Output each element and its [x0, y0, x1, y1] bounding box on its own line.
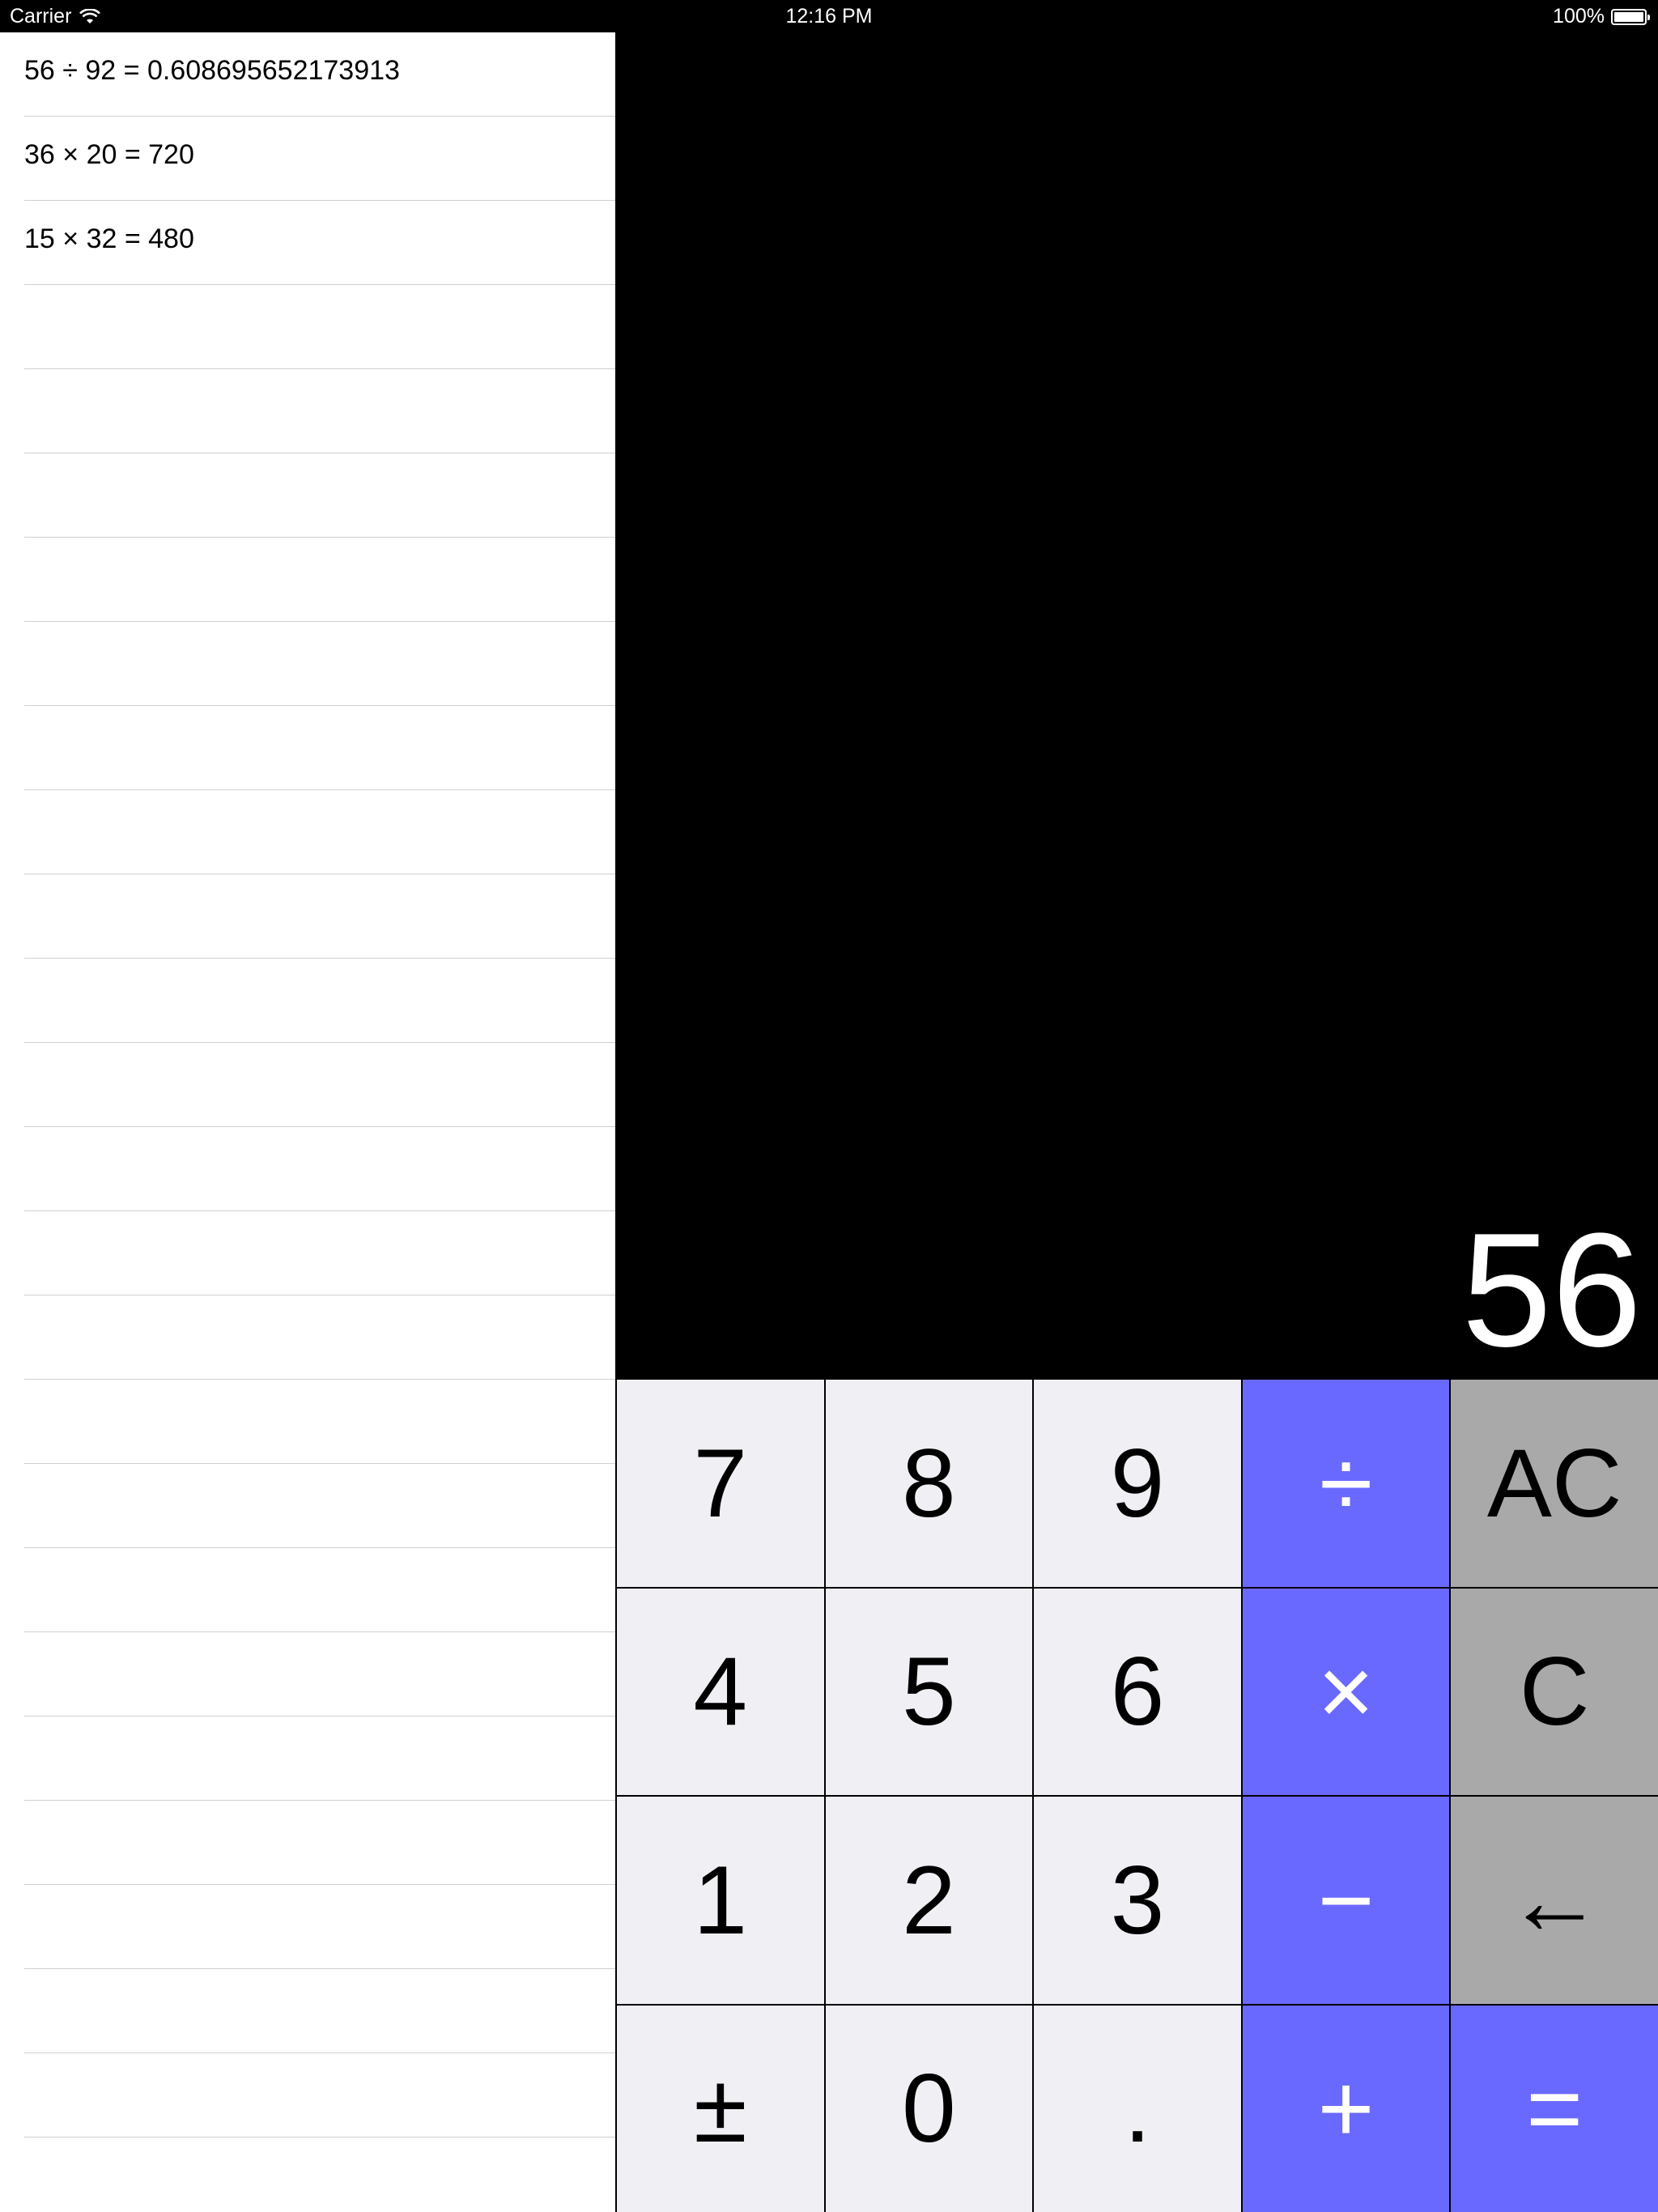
history-row[interactable]: [24, 1801, 615, 1885]
add-button[interactable]: +: [1242, 2005, 1450, 2212]
history-row[interactable]: 15 × 32 = 480: [24, 201, 615, 285]
history-row[interactable]: [24, 1127, 615, 1211]
keypad: 7 8 9 ÷ AC 4 5 6 × C 1 2 3− ← ±0. + =: [615, 1380, 1658, 2212]
history-row[interactable]: [24, 538, 615, 622]
history-row[interactable]: [24, 622, 615, 706]
history-row[interactable]: [24, 2053, 615, 2138]
history-row[interactable]: [24, 1885, 615, 1969]
history-row[interactable]: [24, 1464, 615, 1548]
multiply-button[interactable]: ×: [1242, 1588, 1450, 1795]
key-9[interactable]: 9: [1034, 1380, 1241, 1587]
equals-button[interactable]: =: [1451, 2005, 1658, 2212]
subtract-button[interactable]: −: [1242, 1797, 1450, 2004]
history-row[interactable]: [24, 2138, 615, 2212]
key-8[interactable]: 8: [825, 1380, 1033, 1587]
history-row[interactable]: [24, 369, 615, 453]
history-list[interactable]: 56 ÷ 92 = 0.608695652173913 36 × 20 = 720…: [0, 32, 615, 2212]
history-row[interactable]: [24, 959, 615, 1043]
history-row[interactable]: [24, 453, 615, 538]
history-row[interactable]: [24, 1548, 615, 1632]
history-row[interactable]: [24, 1969, 615, 2053]
history-row[interactable]: [24, 790, 615, 874]
key-5[interactable]: 5: [825, 1588, 1033, 1795]
key-6[interactable]: 6: [1034, 1588, 1241, 1795]
history-row[interactable]: [24, 1295, 615, 1380]
status-bar-time: 12:16 PM: [785, 5, 873, 28]
history-row[interactable]: 56 ÷ 92 = 0.608695652173913: [24, 32, 615, 117]
decimal-button[interactable]: .: [1034, 2005, 1241, 2212]
history-row[interactable]: [24, 1380, 615, 1464]
plus-minus-button[interactable]: ±: [617, 2005, 824, 2212]
display-value: 56: [1461, 1200, 1642, 1380]
all-clear-button[interactable]: AC: [1451, 1380, 1658, 1587]
history-row[interactable]: [24, 1716, 615, 1801]
calculator-display: 56: [615, 32, 1658, 1380]
battery-icon: [1611, 8, 1650, 25]
key-4[interactable]: 4: [617, 1588, 824, 1795]
key-1[interactable]: 1: [617, 1797, 824, 2004]
history-row[interactable]: [24, 1043, 615, 1127]
status-bar: Carrier 12:16 PM 100%: [0, 0, 1658, 32]
history-row[interactable]: [24, 1632, 615, 1716]
backspace-button[interactable]: ←: [1451, 1797, 1658, 2004]
history-row[interactable]: 36 × 20 = 720: [24, 117, 615, 201]
history-row[interactable]: [24, 1211, 615, 1295]
battery-fill: [1614, 11, 1643, 22]
history-row[interactable]: [24, 874, 615, 959]
battery-percent: 100%: [1553, 5, 1605, 28]
divide-button[interactable]: ÷: [1242, 1380, 1450, 1587]
key-7[interactable]: 7: [617, 1380, 824, 1587]
status-bar-right: 100%: [1553, 5, 1650, 28]
clear-button[interactable]: C: [1451, 1588, 1658, 1795]
history-row[interactable]: [24, 285, 615, 369]
key-3[interactable]: 3: [1034, 1797, 1241, 2004]
key-2[interactable]: 2: [825, 1797, 1033, 2004]
key-0[interactable]: 0: [825, 2005, 1033, 2212]
history-row[interactable]: [24, 706, 615, 790]
